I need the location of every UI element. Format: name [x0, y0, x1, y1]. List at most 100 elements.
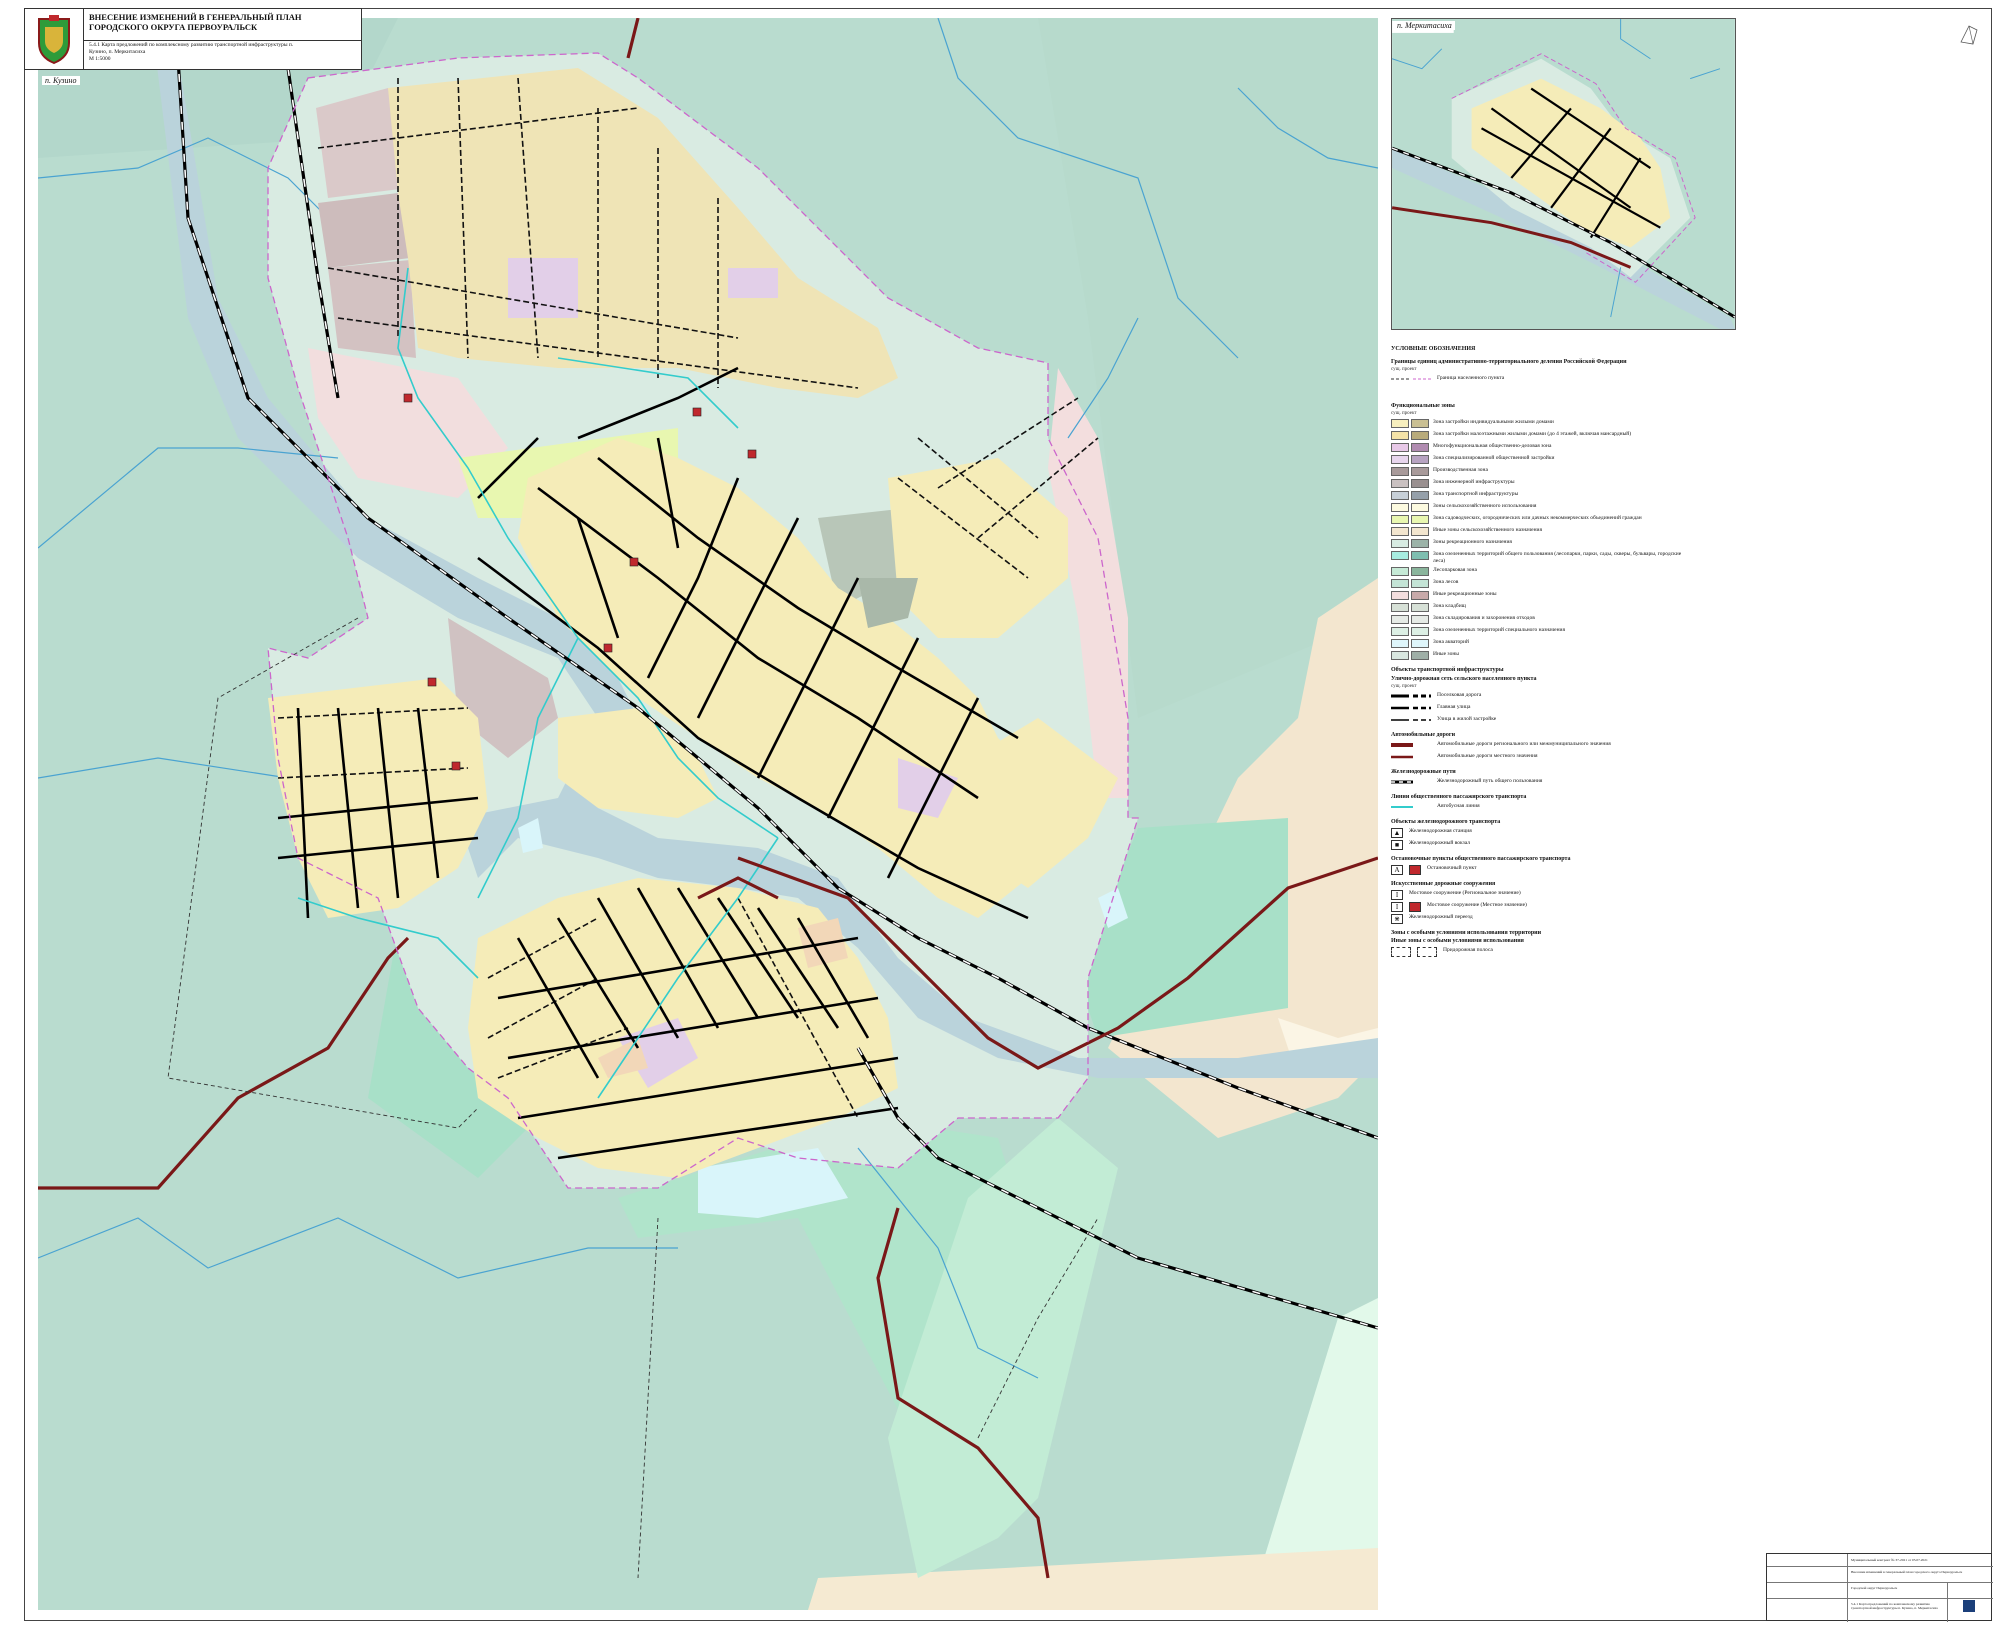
- legend-zones-list: Зона застройки индивидуальными жилыми до…: [1391, 419, 1691, 661]
- legend-row-zone: Зона складирования и захоронения отходов: [1391, 615, 1691, 625]
- zone-swatch-project: [1411, 431, 1429, 440]
- legend-row-settlement-boundary: Граница населенного пункта: [1391, 375, 1505, 381]
- legend-row-zone: Зона кладбищ: [1391, 603, 1691, 613]
- zone-swatch-existing: [1391, 479, 1409, 488]
- legend-row-bus: Автобусная линия: [1391, 803, 1480, 809]
- coat-of-arms-icon: [25, 9, 84, 69]
- zone-label: Иные зоны: [1433, 651, 1459, 657]
- inset-map[interactable]: [1391, 18, 1736, 330]
- legend-title: УСЛОВНЫЕ ОБОЗНАЧЕНИЯ: [1391, 346, 1476, 352]
- legend-row-zone: Зоны рекреационного назначения: [1391, 539, 1691, 549]
- title-stamp: Муниципальный контракт № 37-2021 от 05.0…: [1766, 1553, 1993, 1622]
- legend-row-zone: Многофункциональная общественно-деловая …: [1391, 443, 1691, 453]
- stamp-contract: Муниципальный контракт № 37-2021 от 05.0…: [1851, 1558, 1928, 1562]
- title-block: ВНЕСЕНИЕ ИЗМЕНЕНИЙ В ГЕНЕРАЛЬНЫЙ ПЛАН ГО…: [24, 8, 362, 70]
- rail-crossing-icon: ⋇: [1391, 914, 1403, 924]
- bridge-regional-icon: I: [1391, 890, 1403, 900]
- zone-label: Зона кладбищ: [1433, 603, 1466, 609]
- legend-row-bridge-2: I Мостовое сооружение (Местное значение): [1391, 902, 1691, 912]
- legend-row-zone: Зона садоводческих, огороднических или д…: [1391, 515, 1691, 525]
- zone-swatch-existing: [1391, 443, 1409, 452]
- legend-row-auto-1: Автомобильные дороги регионального или м…: [1391, 741, 1611, 747]
- zone-label: Зона складирования и захоронения отходов: [1433, 615, 1535, 621]
- legend-row-auto-2: Автомобильные дороги местного значения: [1391, 753, 1538, 759]
- zone-swatch-existing: [1391, 639, 1409, 648]
- zone-swatch-existing: [1391, 591, 1409, 600]
- legend: УСЛОВНЫЕ ОБОЗНАЧЕНИЯ Границы единиц адми…: [1391, 340, 1691, 959]
- legend-rail-objects-header: Объекты железнодорожного транспорта: [1391, 819, 1501, 825]
- zone-swatch-existing: [1391, 455, 1409, 464]
- legend-row-street-2: Главная улица: [1391, 704, 1471, 710]
- legend-row-zone: Зоны сельскохозяйственного использования: [1391, 503, 1691, 513]
- zone-swatch-project: [1411, 479, 1429, 488]
- zone-swatch-project: [1411, 467, 1429, 476]
- zone-label: Зона застройки индивидуальными жилыми до…: [1433, 419, 1554, 425]
- legend-transport-header: Объекты транспортной инфраструктуры: [1391, 667, 1504, 673]
- zone-label: Зона транспортной инфраструктуры: [1433, 491, 1519, 497]
- legend-row-zone: Зона лесов: [1391, 579, 1691, 589]
- legend-row-zone: Зона застройки индивидуальными жилыми до…: [1391, 419, 1691, 429]
- legend-row-zone: Иные зоны сельскохозяйственного назначен…: [1391, 527, 1691, 537]
- zone-label: Иные рекреационные зоны: [1433, 591, 1497, 597]
- zone-swatch-project: [1411, 639, 1429, 648]
- stamp-project: Внесение изменений в генеральный план го…: [1851, 1570, 1963, 1574]
- zone-swatch-project: [1411, 419, 1429, 428]
- legend-rail-header: Железнодорожные пути: [1391, 769, 1456, 775]
- zone-swatch-project: [1411, 539, 1429, 548]
- stamp-org: Городской округ Первоуральск: [1851, 1586, 1898, 1590]
- legend-row-street-3: Улица в жилой застройке: [1391, 716, 1497, 722]
- zone-swatch-existing: [1391, 615, 1409, 624]
- zone-swatch-existing: [1391, 651, 1409, 660]
- legend-exist-proj-3: сущ. проект: [1391, 684, 1417, 689]
- legend-row-bridge-1: I Мостовое сооружение (Региональное знач…: [1391, 890, 1691, 900]
- legend-exist-proj: сущ. проект: [1391, 367, 1417, 372]
- railway-station-icon: ▲: [1391, 828, 1403, 838]
- zone-swatch-existing: [1391, 579, 1409, 588]
- map-title: ВНЕСЕНИЕ ИЗМЕНЕНИЙ В ГЕНЕРАЛЬНЫЙ ПЛАН ГО…: [89, 12, 302, 32]
- legend-row-terminal: ■ Железнодорожный вокзал: [1391, 840, 1691, 850]
- inset-place-label: п. Меркитасиха: [1394, 21, 1455, 30]
- zone-swatch-existing: [1391, 467, 1409, 476]
- zone-swatch-existing: [1391, 503, 1409, 512]
- zone-swatch-existing: [1391, 419, 1409, 428]
- zone-label: Зона специализированной общественной зас…: [1433, 455, 1555, 461]
- legend-special-header: Зоны с особыми условиями использования т…: [1391, 930, 1542, 936]
- legend-row-crossing: ⋇ Железнодорожный переезд: [1391, 914, 1691, 924]
- zone-label: Зона озелененных территорий общего польз…: [1433, 551, 1682, 564]
- bus-stop-project-icon: [1409, 865, 1421, 875]
- main-place-label: п. Кузино: [42, 76, 80, 85]
- legend-row-zone: Производственная зона: [1391, 467, 1691, 477]
- legend-row-zone: Лесопарковая зона: [1391, 567, 1691, 577]
- legend-func-header: Функциональные зоны: [1391, 403, 1455, 409]
- main-map[interactable]: [38, 18, 1378, 1610]
- legend-row-zone: Иные рекреационные зоны: [1391, 591, 1691, 601]
- legend-row-zone: Зона специализированной общественной зас…: [1391, 455, 1691, 465]
- legend-row-zone: Зона инженерной инфраструктуры: [1391, 479, 1691, 489]
- zone-swatch-project: [1411, 443, 1429, 452]
- zone-swatch-project: [1411, 579, 1429, 588]
- legend-auto-header: Автомобильные дороги: [1391, 732, 1456, 738]
- zone-swatch-existing: [1391, 539, 1409, 548]
- zone-swatch-project: [1411, 491, 1429, 500]
- zone-swatch-existing: [1391, 527, 1409, 536]
- legend-special-sub: Иные зоны с особыми условиями использова…: [1391, 938, 1524, 944]
- legend-row-zone: Зона акваторий: [1391, 639, 1691, 649]
- zone-label: Зоны рекреационного назначения: [1433, 539, 1512, 545]
- zone-label: Зона озелененных территорий специального…: [1433, 627, 1566, 633]
- legend-admin-header: Границы единиц административно-территори…: [1391, 359, 1627, 365]
- zone-swatch-existing: [1391, 627, 1409, 636]
- bridge-local-project-icon: [1409, 902, 1421, 912]
- legend-row-zone: Зона транспортной инфраструктуры: [1391, 491, 1691, 501]
- bridge-local-icon: I: [1391, 902, 1403, 912]
- legend-row-roadside: Придорожная полоса: [1391, 947, 1691, 957]
- zone-label: Зона застройки малоэтажными жилыми домам…: [1433, 431, 1632, 437]
- zone-swatch-project: [1411, 503, 1429, 512]
- zone-label: Производственная зона: [1433, 467, 1488, 473]
- legend-row-street-1: Поселковая дорога: [1391, 692, 1482, 698]
- legend-row-stop: A Остановочный пункт: [1391, 865, 1691, 875]
- railway-terminal-icon: ■: [1391, 840, 1403, 850]
- zone-swatch-existing: [1391, 551, 1409, 560]
- stamp-sheet: 5.4.1 Карта предложений по комплексному …: [1851, 1602, 1938, 1610]
- legend-row-zone: Зона застройки малоэтажными жилыми домам…: [1391, 431, 1691, 441]
- zone-swatch-existing: [1391, 491, 1409, 500]
